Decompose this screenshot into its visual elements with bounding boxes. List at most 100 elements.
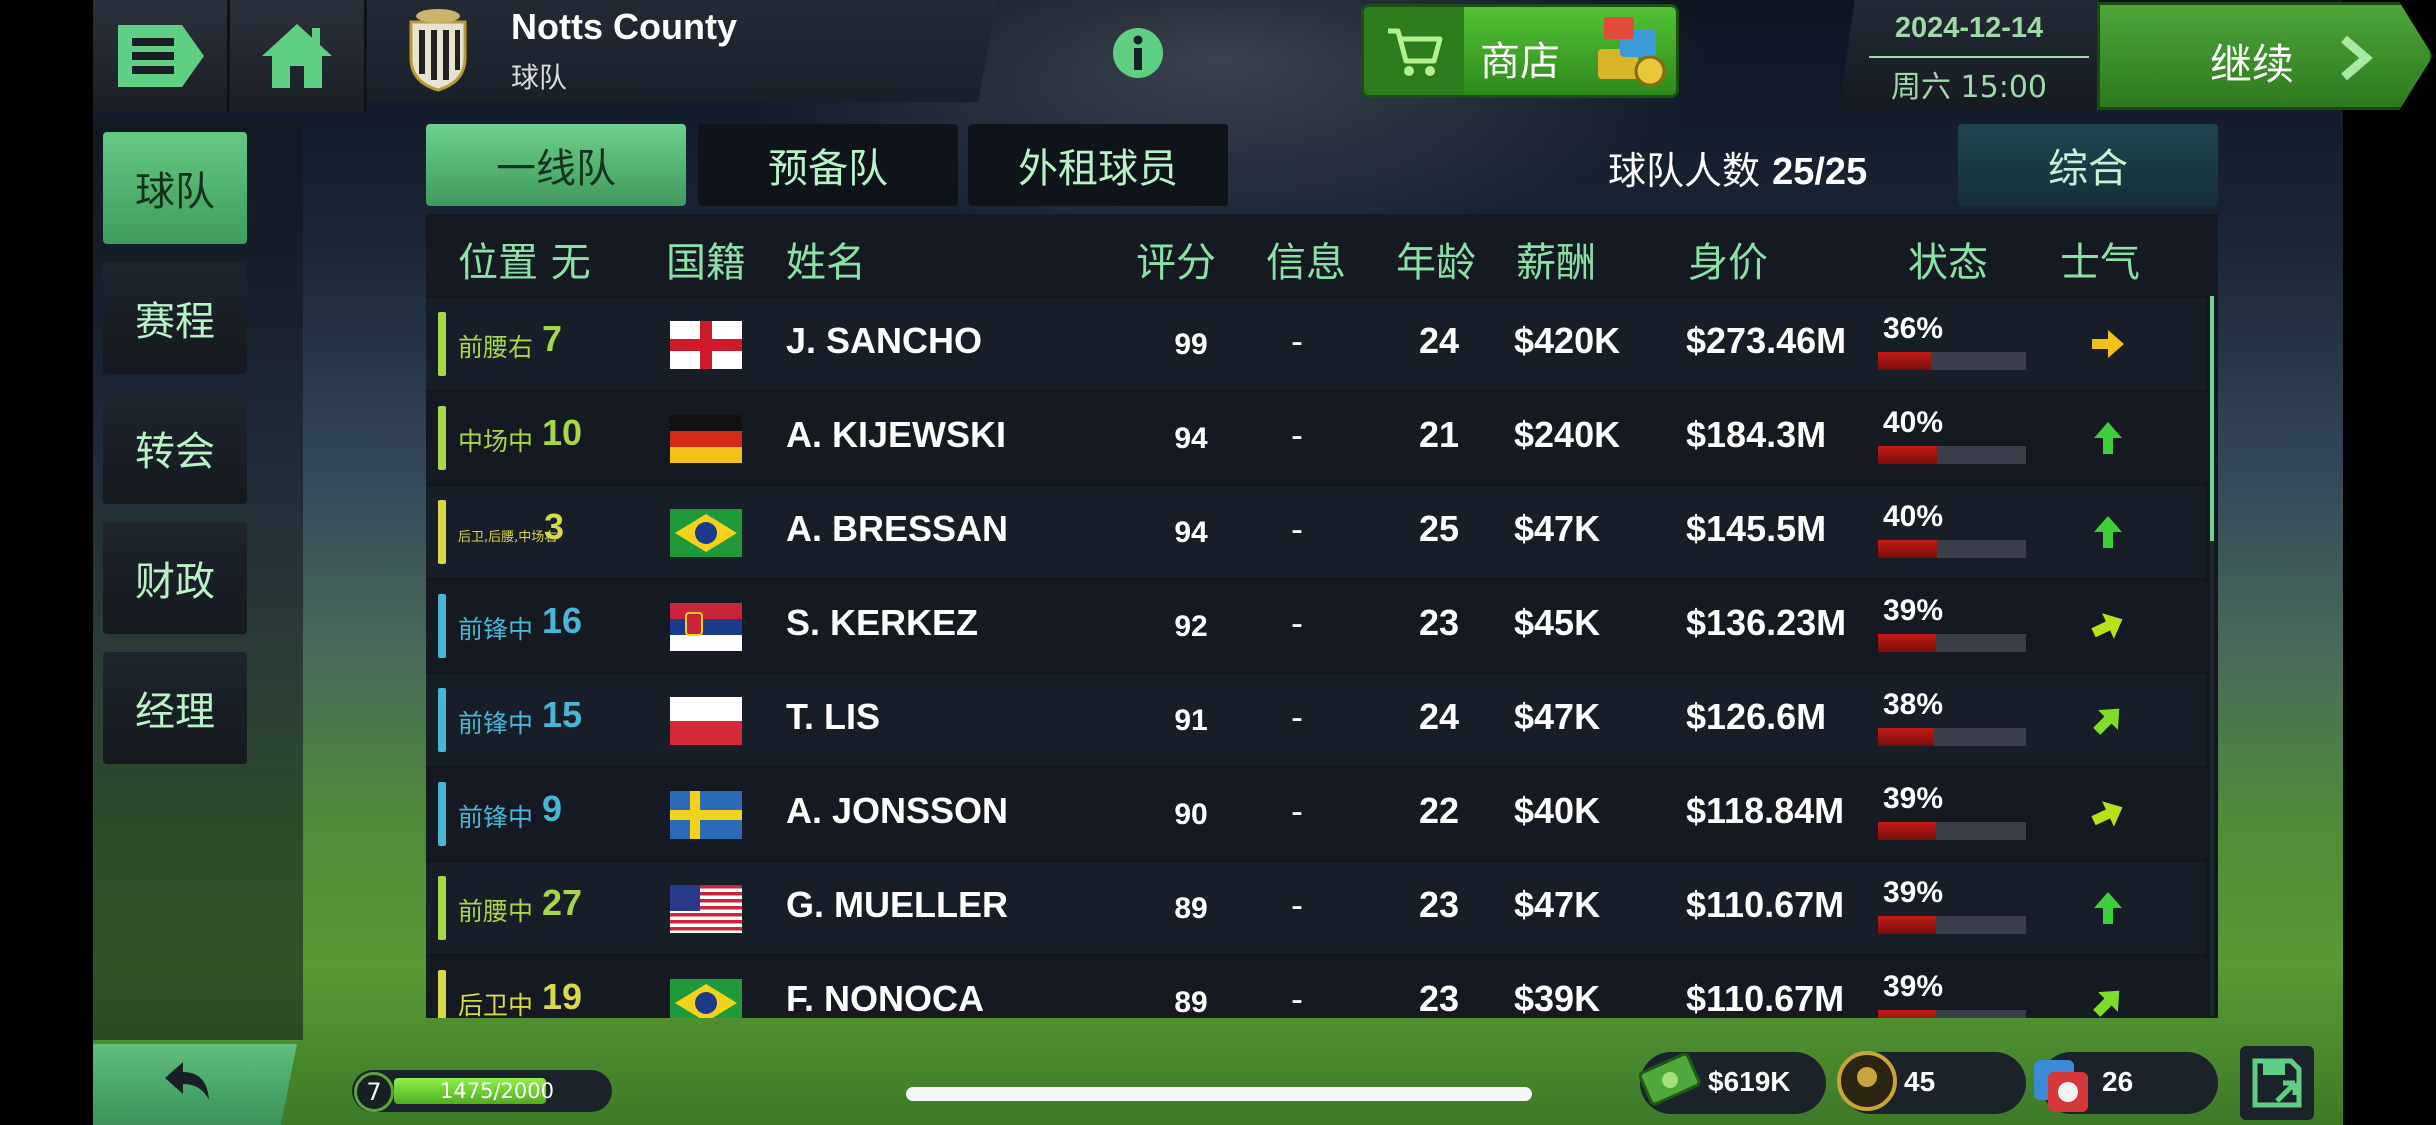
position-color-bar [438, 406, 446, 470]
tokens-amount: 26 [2102, 1066, 2134, 1097]
player-position: 前腰中 [458, 897, 534, 926]
table-row[interactable]: 前锋中 9 A. JONSSON 90 - 22 $40K $118.84M 3… [426, 768, 2206, 860]
player-number: 19 [542, 976, 583, 1017]
table-row[interactable]: 前腰中 27 G. MUELLER 89 - 23 $47K $110.67M … [426, 862, 2206, 954]
player-name[interactable]: F. NONOCA [786, 978, 984, 1018]
player-name[interactable]: S. KERKEZ [786, 602, 978, 644]
home-button[interactable] [230, 0, 366, 112]
cash-amount: $619K [1708, 1066, 1791, 1097]
player-name[interactable]: J. SANCHO [786, 320, 982, 362]
player-position: 前腰右 [458, 333, 534, 362]
player-age: 25 [1418, 508, 1460, 549]
header-value[interactable]: 身价 [1688, 230, 1768, 288]
xp-text: 1475/2000 [440, 1079, 554, 1103]
tab-loaned-out[interactable]: 外租球员 [968, 124, 1228, 206]
continue-button[interactable]: 继续 [2097, 2, 2433, 110]
table-row[interactable]: 前锋中 16 S. KERKEZ 92 - 23 $45K $136.23M 3… [426, 580, 2206, 672]
player-value: $118.84M [1686, 790, 1845, 831]
player-condition: 39% [1882, 782, 1944, 815]
table-row[interactable]: 后卫中 19 F. NONOCA 89 - 23 $39K $110.67M 3… [426, 956, 2206, 1018]
sidebar-item-fixtures[interactable]: 赛程 [103, 262, 247, 374]
player-info: - [1291, 696, 1303, 737]
squad-count-value: 25/25 [1772, 151, 1868, 193]
header-age[interactable]: 年龄 [1396, 230, 1476, 288]
header-rating[interactable]: 评分 [1136, 230, 1216, 288]
player-value: $145.5M [1686, 508, 1827, 549]
flag-sweden-icon [670, 791, 742, 839]
sidebar-item-transfers[interactable]: 转会 [103, 392, 247, 504]
player-info: - [1291, 884, 1303, 925]
player-position: 后卫中 [458, 991, 534, 1018]
player-wage: $47K [1514, 696, 1601, 737]
morale-arrow-icon [2088, 606, 2128, 646]
sidebar-item-finance[interactable]: 财政 [103, 522, 247, 634]
header-morale[interactable]: 士气 [2060, 230, 2140, 288]
table-row[interactable]: 前腰右 7 J. SANCHO 99 - 24 $420K $273.46M 3… [426, 298, 2206, 390]
condition-bar-fill [1878, 1010, 1936, 1018]
home-indicator[interactable] [906, 1087, 1532, 1101]
flag-germany-icon [670, 415, 742, 463]
shop-button[interactable]: 商店 [1361, 4, 1679, 98]
table-row[interactable]: 后卫,后腰,中场右 3 A. BRESSAN 94 - 25 $47K $145… [426, 486, 2206, 578]
header-position[interactable]: 位置 无 [458, 230, 591, 288]
player-wage: $420K [1514, 320, 1621, 361]
player-value: $126.6M [1686, 696, 1827, 737]
player-wage: $40K [1514, 790, 1601, 831]
condition-bar [1878, 822, 2026, 840]
morale-arrow-icon [2088, 324, 2128, 364]
right-bezel [2343, 0, 2436, 1125]
table-scrollbar[interactable] [2210, 296, 2214, 1016]
player-info: - [1291, 320, 1303, 361]
player-name[interactable]: A. KIJEWSKI [786, 414, 1006, 456]
player-condition: 39% [1882, 970, 1944, 1003]
morale-arrow-icon [2088, 700, 2128, 740]
player-rating: 92 [1174, 610, 1208, 643]
header-wage[interactable]: 薪酬 [1516, 230, 1596, 288]
continue-label: 继续 [2210, 40, 2295, 89]
shop-goods-icon [1598, 17, 1666, 87]
flag-serbia-icon [670, 603, 742, 651]
player-position: 后卫,后腰,中场右 [458, 530, 558, 545]
position-color-bar [438, 688, 446, 752]
condition-bar [1878, 446, 2026, 464]
shop-label: 商店 [1480, 39, 1560, 85]
condition-bar-fill [1878, 728, 1935, 746]
club-crest-icon [409, 9, 467, 92]
sidebar-item-manager[interactable]: 经理 [103, 652, 247, 764]
home-icon [262, 24, 332, 88]
table-row[interactable]: 前锋中 15 T. LIS 91 - 24 $47K $126.6M 38% [426, 674, 2206, 766]
position-color-bar [438, 876, 446, 940]
table-row[interactable]: 中场中 10 A. KIJEWSKI 94 - 21 $240K $184.3M… [426, 392, 2206, 484]
player-name[interactable]: A. BRESSAN [786, 508, 1008, 550]
header-info[interactable]: 信息 [1266, 230, 1346, 288]
sidebar-item-squad[interactable]: 球队 [103, 132, 247, 244]
view-mode-button[interactable]: 综合 [1958, 124, 2218, 206]
player-condition: 40% [1882, 500, 1944, 533]
player-rating: 94 [1174, 422, 1208, 455]
condition-bar [1878, 916, 2026, 934]
scrollbar-thumb[interactable] [2210, 296, 2214, 541]
menu-button[interactable] [93, 0, 229, 112]
save-button[interactable] [2240, 1046, 2314, 1120]
header-name[interactable]: 姓名 [786, 230, 866, 288]
tab-first-team[interactable]: 一线队 [426, 124, 686, 206]
back-button[interactable] [93, 1044, 297, 1125]
header-condition[interactable]: 状态 [1908, 230, 1988, 288]
morale-arrow-icon [2088, 512, 2128, 552]
info-icon[interactable] [1111, 26, 1165, 80]
player-name[interactable]: A. JONSSON [786, 790, 1008, 832]
tab-reserves[interactable]: 预备队 [698, 124, 958, 206]
player-wage: $47K [1514, 508, 1601, 549]
player-rating: 91 [1174, 704, 1208, 737]
player-rating: 99 [1174, 328, 1208, 361]
player-number: 16 [542, 600, 583, 641]
player-value: $110.67M [1686, 884, 1845, 925]
cart-icon [1388, 28, 1443, 76]
squad-table: 位置 无 国籍 姓名 评分 信息 年龄 薪酬 身价 状态 士气 前腰右 7 J.… [426, 214, 2218, 1018]
current-day-time: 周六 15:00 [1891, 70, 2047, 105]
header-nationality[interactable]: 国籍 [666, 230, 746, 288]
player-age: 22 [1418, 790, 1460, 831]
player-info: - [1291, 508, 1303, 549]
player-name[interactable]: G. MUELLER [786, 884, 1008, 926]
player-name[interactable]: T. LIS [786, 696, 880, 738]
